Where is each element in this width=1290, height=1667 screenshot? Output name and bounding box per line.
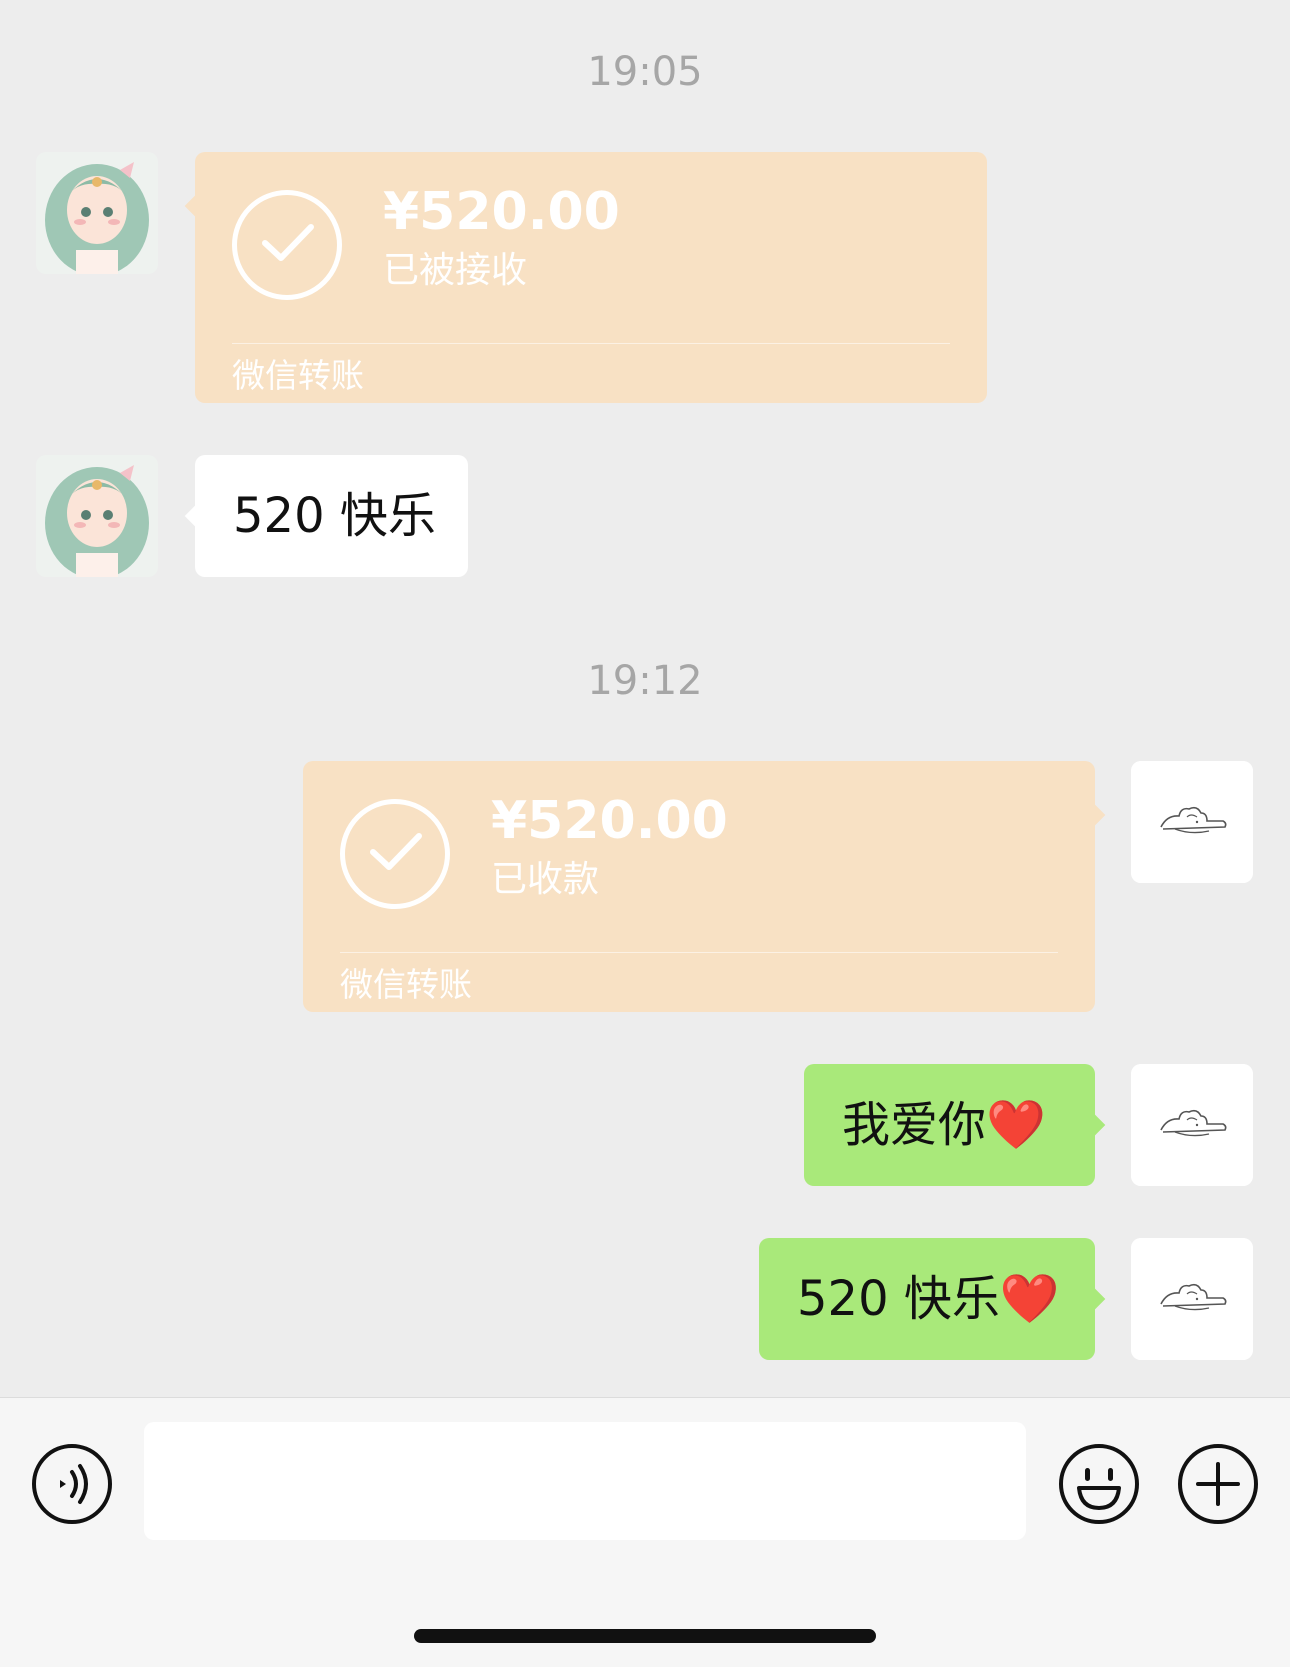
- bubble-tail: [1082, 803, 1106, 827]
- input-bar: [0, 1397, 1290, 1667]
- anime-girl-avatar-icon: [36, 152, 158, 274]
- incoming-message-bubble[interactable]: 520 快乐: [184, 455, 468, 577]
- anime-girl-avatar-icon: [36, 455, 158, 577]
- timestamp: 19:05: [587, 49, 703, 95]
- transfer-amount: ¥520.00: [383, 182, 620, 242]
- check-circle-icon: [232, 190, 342, 300]
- plus-icon: [1178, 1444, 1258, 1524]
- transfer-status: 已收款: [491, 859, 600, 900]
- bubble-tail: [184, 194, 208, 218]
- bubble-tail: [1082, 1287, 1106, 1311]
- my-avatar[interactable]: [1131, 1064, 1253, 1186]
- sleeping-doodle-avatar-icon: [1131, 1238, 1253, 1360]
- contact-avatar[interactable]: [36, 152, 158, 274]
- timestamp: 19:12: [587, 658, 703, 704]
- outgoing-message-bubble[interactable]: 我爱你❤️: [804, 1064, 1106, 1186]
- message-text: 520 快乐❤️: [797, 1271, 1060, 1327]
- my-avatar[interactable]: [1131, 761, 1253, 883]
- plus-button[interactable]: [1176, 1442, 1260, 1526]
- transfer-card-sent[interactable]: ¥520.00 已收款 微信转账: [303, 761, 1106, 1012]
- message-input[interactable]: [144, 1422, 1026, 1540]
- bubble-tail: [1082, 1113, 1106, 1137]
- contact-avatar[interactable]: [36, 455, 158, 577]
- transfer-card-received[interactable]: ¥520.00 已被接收 微信转账: [184, 152, 987, 403]
- outgoing-message-bubble[interactable]: 520 快乐❤️: [759, 1238, 1106, 1360]
- emoji-button[interactable]: [1057, 1442, 1141, 1526]
- check-circle-icon: [340, 799, 450, 909]
- transfer-amount: ¥520.00: [491, 791, 728, 851]
- transfer-status: 已被接收: [383, 250, 528, 291]
- message-text: 我爱你❤️: [842, 1097, 1046, 1153]
- sleeping-doodle-avatar-icon: [1131, 761, 1253, 883]
- voice-icon: [32, 1444, 112, 1524]
- divider: [232, 343, 950, 344]
- transfer-footer: 微信转账: [232, 356, 364, 395]
- emoji-icon: [1059, 1444, 1139, 1524]
- bubble-tail: [184, 504, 208, 528]
- sleeping-doodle-avatar-icon: [1131, 1064, 1253, 1186]
- my-avatar[interactable]: [1131, 1238, 1253, 1360]
- home-indicator: [414, 1629, 876, 1643]
- transfer-footer: 微信转账: [340, 965, 472, 1004]
- divider: [340, 952, 1058, 953]
- message-text: 520 快乐: [233, 488, 436, 544]
- voice-button[interactable]: [30, 1442, 114, 1526]
